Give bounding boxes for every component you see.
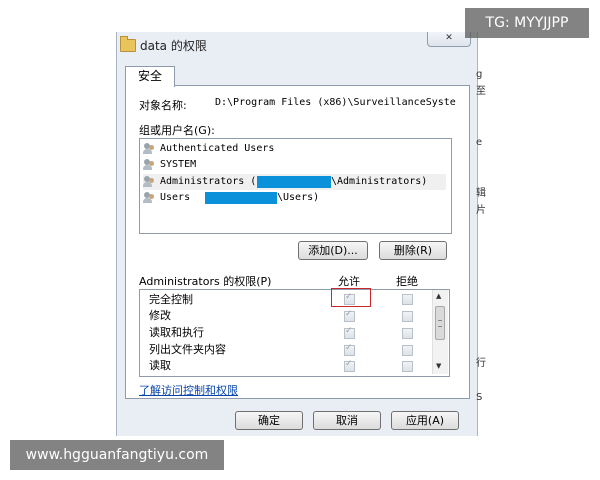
list-item[interactable]: SYSTEM	[143, 157, 446, 173]
table-row: 完全控制	[149, 292, 429, 308]
apply-button[interactable]: 应用(A)	[391, 411, 459, 430]
ok-button[interactable]: 确定	[235, 411, 303, 430]
deny-column-header: 拒绝	[396, 275, 418, 288]
permission-name: 完全控制	[149, 293, 193, 306]
deny-list-folder-checkbox[interactable]	[402, 345, 413, 356]
object-name-label: 对象名称:	[139, 99, 187, 112]
user-group-icon	[143, 176, 157, 188]
scroll-down-icon[interactable]: ▼	[436, 362, 441, 370]
list-item[interactable]: Authenticated Users	[143, 141, 446, 157]
user-group-icon	[143, 192, 157, 204]
scroll-thumb[interactable]	[435, 306, 445, 340]
allow-list-folder-checkbox[interactable]	[344, 343, 355, 356]
allow-modify-checkbox[interactable]	[344, 309, 355, 322]
object-name-value: D:\Program Files (x86)\SurveillanceSyste	[215, 97, 456, 108]
list-item[interactable]: Users \Users)	[143, 190, 446, 206]
list-item[interactable]: Administrators ( \Administrators)	[143, 174, 446, 190]
redaction-bar	[205, 192, 277, 204]
highlight-annotation	[331, 288, 371, 307]
deny-read-checkbox[interactable]	[402, 361, 413, 372]
table-row: 修改	[149, 308, 429, 324]
allow-read-execute-checkbox[interactable]	[344, 326, 355, 339]
cancel-button[interactable]: 取消	[313, 411, 381, 430]
background-window-edge: g 至 e 辑 片 行 S	[476, 69, 486, 403]
user-list[interactable]: Authenticated Users SYSTEM Administrator…	[139, 138, 452, 234]
table-row: 列出文件夹内容	[149, 342, 429, 358]
permission-name: 修改	[149, 309, 171, 322]
redaction-bar	[257, 176, 331, 188]
watermark-bottom-left: www.hgguanfangtiyu.com	[10, 440, 224, 470]
learn-access-control-link[interactable]: 了解访问控制和权限	[139, 382, 238, 398]
user-group-icon	[143, 143, 157, 155]
group-user-label: 组或用户名(G):	[139, 124, 215, 137]
window-title: data 的权限	[140, 39, 207, 53]
add-button[interactable]: 添加(D)...	[298, 241, 368, 260]
permission-name: 读取和执行	[149, 326, 204, 339]
deny-read-execute-checkbox[interactable]	[402, 328, 413, 339]
scroll-up-icon[interactable]: ▲	[436, 292, 441, 300]
tab-security[interactable]: 安全	[125, 66, 175, 87]
user-group-icon	[143, 159, 157, 171]
deny-full-control-checkbox[interactable]	[402, 294, 413, 305]
title-bar[interactable]: data 的权限 ✕	[117, 32, 477, 56]
remove-button[interactable]: 删除(R)	[379, 241, 447, 260]
permissions-title: Administrators 的权限(P)	[139, 275, 272, 288]
permission-list-scrollbar[interactable]: ▲ ▼	[432, 290, 448, 374]
deny-modify-checkbox[interactable]	[402, 311, 413, 322]
permission-name: 读取	[149, 359, 171, 372]
table-row: 读取	[149, 358, 429, 374]
table-row: 读取和执行	[149, 325, 429, 341]
folder-icon	[120, 36, 136, 52]
allow-column-header: 允许	[338, 275, 360, 288]
permission-name: 列出文件夹内容	[149, 343, 226, 356]
allow-read-checkbox[interactable]	[344, 359, 355, 372]
watermark-top-right: TG: MYYJJPP	[465, 8, 589, 38]
